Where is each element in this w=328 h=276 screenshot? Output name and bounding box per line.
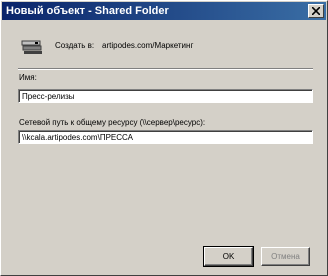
- share-path-input[interactable]: \\kcala.artipodes.com\ПРЕССА: [18, 130, 313, 144]
- create-in-row: Создать в: artipodes.com/Маркетинг: [21, 37, 311, 57]
- name-label: Имя:: [19, 73, 37, 82]
- create-in-path: artipodes.com/Маркетинг: [102, 41, 194, 50]
- close-button[interactable]: [308, 4, 324, 18]
- title-bar[interactable]: Новый объект - Shared Folder: [2, 2, 326, 20]
- ok-button[interactable]: OK: [203, 246, 254, 267]
- close-icon: [312, 7, 320, 15]
- separator: [18, 68, 313, 70]
- shared-folder-icon: [21, 40, 42, 54]
- window-title: Новый объект - Shared Folder: [6, 5, 169, 17]
- new-object-dialog: Новый объект - Shared Folder Создать в: …: [0, 0, 328, 276]
- name-input[interactable]: Пресс-релизы: [18, 89, 313, 103]
- cancel-button[interactable]: Отмена: [261, 247, 310, 266]
- share-path-label: Сетевой путь к общему ресурсу (\\сервер\…: [19, 118, 206, 127]
- create-in-label: Создать в:: [55, 41, 95, 50]
